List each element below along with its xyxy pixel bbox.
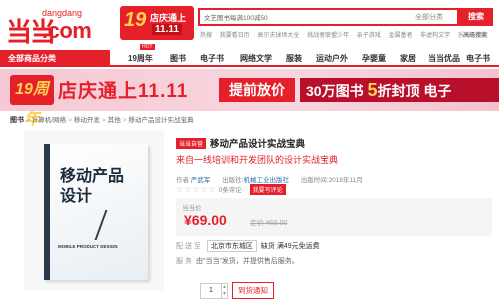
hotword[interactable]: 我要看日历: [220, 33, 250, 39]
list-price: 定价 ¥69.00: [250, 220, 288, 227]
search-button[interactable]: 搜索: [459, 8, 493, 26]
hotword[interactable]: 高尔夫球场大全: [257, 33, 299, 39]
price-box: 当当价 ¥69.00 定价 ¥69.00: [176, 198, 492, 236]
breadcrumb-item[interactable]: 图书: [10, 117, 24, 124]
nav-item-ebooks[interactable]: 电子书: [200, 53, 224, 64]
breadcrumb-separator: >: [68, 117, 72, 124]
breadcrumb: 图书 > 计算机/网络 > 移动开发 > 其他 > 移动产品设计实战宝典: [10, 114, 194, 125]
breadcrumb-separator: >: [101, 117, 106, 124]
publisher-link[interactable]: 机械工业出版社: [243, 177, 289, 184]
hotword[interactable]: 亲子游戏: [357, 33, 381, 39]
product-title-row: 当当自营 移动产品设计实战宝典: [176, 136, 305, 150]
service-label: 服 务: [176, 258, 192, 265]
search-box: 全部分类: [198, 8, 459, 26]
nav-item-home[interactable]: 家居: [400, 53, 416, 64]
ship-location-select[interactable]: 北京市东城区: [206, 240, 257, 252]
anniversary-promo-badge[interactable]: 19 店庆通上 11.11: [120, 6, 194, 40]
author-link[interactable]: 严武军: [191, 177, 211, 184]
rating-row: ☆☆☆☆☆ 0条评论 我要写评论: [176, 184, 286, 195]
offer-prefix: 30万图书: [306, 83, 368, 99]
stock-status: 缺货 满49元免运费: [260, 243, 320, 250]
promo-number: 19: [124, 9, 147, 31]
banner-anniversary-badge: 19周年: [10, 75, 54, 128]
banner-early-price: 提前放价: [219, 78, 295, 102]
dangdang-logo[interactable]: 当当 dangdang .com: [6, 8, 116, 48]
service-text: 由"当当"发货，并提供售后服务。: [195, 258, 299, 265]
quantity-input[interactable]: 1: [200, 283, 222, 299]
breadcrumb-separator: >: [122, 117, 127, 124]
promo-banner[interactable]: 19周年 店庆通上11.11 提前放价 30万图书 5折封顶 电子: [0, 69, 499, 128]
price-label: 当当价: [182, 205, 202, 212]
nav-item-clothing[interactable]: 服装: [286, 53, 302, 64]
cover-english-title: MOBILE PRODUCT DESIGN: [58, 244, 118, 249]
nav-item-web-literature[interactable]: 网络文学: [240, 53, 272, 64]
product-subtitle: 来自一线培训和开发团队的设计实战宝典: [176, 155, 339, 165]
breadcrumb-item[interactable]: 其他: [108, 117, 121, 124]
header: 当当 dangdang .com 19 店庆通上 11.11 全部分类 搜索 热…: [0, 0, 499, 50]
self-operated-badge: 当当自营: [176, 137, 207, 149]
banner-headline: 店庆通上11.11: [58, 81, 189, 102]
search-input[interactable]: [204, 11, 404, 23]
cover-title-2: 设计: [60, 188, 93, 205]
nav-item-books[interactable]: 图书: [170, 53, 186, 64]
service-row: 服 务由"当当"发货，并提供售后服务。: [176, 256, 299, 266]
promo-line-2: 11.11: [152, 24, 182, 35]
arrival-notify-button[interactable]: 到货通知: [232, 282, 274, 299]
publisher-label: 出版社:: [222, 177, 244, 184]
nav-item-dangdang-select[interactable]: 当当优品: [428, 53, 460, 64]
breadcrumb-item[interactable]: 移动开发: [74, 117, 100, 124]
hotword[interactable]: 金属基者: [388, 33, 412, 39]
hotword[interactable]: 挑战者联盟少年: [307, 33, 349, 39]
book-cover: 移动产品 设计 MOBILE PRODUCT DESIGN: [44, 144, 148, 280]
breadcrumb-current: 移动产品设计实战宝典: [128, 117, 194, 124]
nav-item-outdoor[interactable]: 运动户外: [316, 53, 348, 64]
breadcrumb-item[interactable]: 计算机/网络: [32, 117, 66, 124]
search-category-select[interactable]: 全部分类: [415, 12, 443, 22]
hotword: 热搜: [200, 33, 213, 39]
logo-url: dangdang: [42, 8, 83, 18]
breadcrumb-separator: >: [26, 117, 30, 124]
cover-graphic: [94, 210, 146, 240]
offer-suffix: 折封顶 电子: [377, 83, 452, 99]
hot-tag: HOT: [140, 44, 155, 50]
nav-item-baby[interactable]: 孕婴童: [362, 53, 386, 64]
write-review-button[interactable]: 我要写评论: [249, 184, 286, 195]
review-count[interactable]: 0条评论: [219, 187, 242, 194]
offer-discount: 5: [367, 80, 378, 100]
advanced-search-link[interactable]: 高级搜索: [463, 30, 487, 39]
logo-com: .com: [42, 18, 92, 43]
promo-line-1: 店庆通上: [150, 13, 187, 23]
all-categories-button[interactable]: 全部商品分类: [0, 50, 110, 67]
nav-item-ebook-2[interactable]: 电子书: [466, 53, 490, 64]
publish-date: 2018年11月: [328, 177, 363, 184]
star-rating: ☆☆☆☆☆: [176, 185, 217, 194]
shipping-row: 配 送 至北京市东城区 缺货 满49元免运费: [176, 240, 320, 252]
hotword[interactable]: 非虚构文学: [420, 33, 450, 39]
ship-label: 配 送 至: [176, 243, 201, 250]
main-nav: 全部商品分类 HOT 19周年 图书 电子书 网络文学 服装 运动户外 孕婴童 …: [0, 44, 499, 67]
product-meta: 作者:严武军 出版社:机械工业出版社 出版时间:2018年11月: [176, 174, 363, 184]
hot-search-words: 热搜 我要看日历 高尔夫球场大全 挑战者联盟少年 亲子游戏 金属基者 非虚构文学…: [200, 30, 494, 39]
date-label: 出版时间:: [300, 177, 329, 184]
quantity-stepper[interactable]: ▲ ▼: [222, 283, 228, 299]
author-label: 作者:: [176, 177, 191, 184]
nav-item-anniversary[interactable]: 19周年: [128, 53, 153, 64]
product-title: 移动产品设计实战宝典: [210, 139, 306, 150]
banner-offer: 30万图书 5折封顶 电子: [300, 78, 499, 102]
current-price: ¥69.00: [184, 212, 227, 228]
product-image[interactable]: 移动产品 设计 MOBILE PRODUCT DESIGN: [24, 130, 164, 290]
